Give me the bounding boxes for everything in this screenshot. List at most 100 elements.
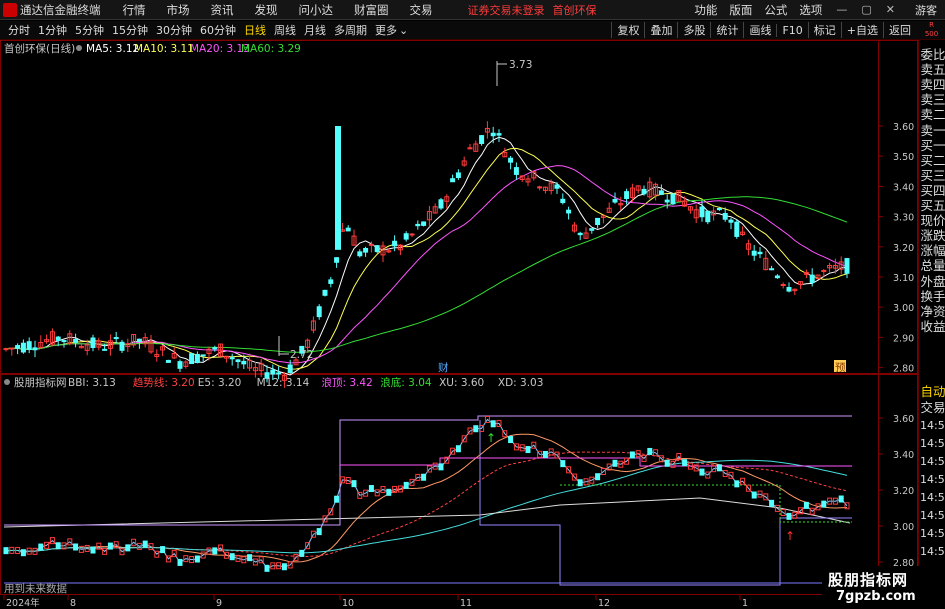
watermark-url: 7gpzb.com	[836, 589, 916, 604]
menu-options[interactable]: 选项	[799, 2, 822, 18]
menu-discover[interactable]: 发现	[255, 2, 278, 18]
candle-body	[490, 132, 496, 137]
maximize-icon[interactable]: ▢	[861, 3, 871, 16]
kline-chart[interactable]: 首创环保(日线) MA5: 3.12 MA10: 3.11 MA20: 3.13…	[0, 40, 918, 609]
period-15min[interactable]: 15分钟	[112, 22, 148, 38]
side-item[interactable]: 总量	[920, 259, 945, 274]
candle-body	[786, 287, 792, 292]
candle-body	[751, 250, 757, 256]
close-icon[interactable]: ✕	[886, 3, 895, 16]
ma10-line	[5, 147, 848, 370]
menu-layout[interactable]: 版面	[729, 2, 752, 18]
side-item[interactable]: 净资	[920, 304, 945, 320]
period-5min[interactable]: 5分钟	[75, 22, 104, 38]
candle-body	[20, 342, 26, 353]
period-monthly[interactable]: 月线	[304, 22, 326, 38]
ma5-line	[5, 136, 848, 376]
sub-settings-icon[interactable]	[4, 379, 10, 385]
sub-indicator-label: 浪底: 3.04	[380, 376, 432, 389]
candle-body	[9, 347, 15, 350]
menu-function[interactable]: 功能	[694, 2, 717, 18]
side-item[interactable]: 涨跌	[920, 229, 945, 244]
candle-body	[774, 275, 780, 279]
side-item[interactable]: 换手	[920, 289, 945, 305]
sub-price-axis: 3.603.403.203.002.80	[878, 414, 914, 569]
side-item[interactable]: 卖三	[920, 93, 945, 108]
period-1min[interactable]: 1分钟	[38, 22, 67, 38]
period-tick[interactable]: 分时	[8, 22, 30, 38]
side-item[interactable]: 买五	[920, 198, 945, 214]
candle-body	[328, 279, 334, 284]
period-multi[interactable]: 多周期	[334, 22, 367, 38]
side-item[interactable]: 买二	[920, 153, 945, 169]
period-daily[interactable]: 日线	[244, 22, 266, 38]
candle-body	[780, 284, 786, 287]
candle-body	[368, 243, 374, 246]
menu-trade[interactable]: 交易	[410, 2, 433, 18]
side-lower-item[interactable]: 自动	[920, 384, 945, 400]
candle-body	[554, 184, 560, 189]
toolbar-overlay[interactable]: 叠加	[644, 22, 677, 38]
toolbar-adjust[interactable]: 复权	[611, 22, 644, 38]
candle-body	[595, 217, 601, 226]
minimize-icon[interactable]: —	[836, 3, 847, 16]
period-more[interactable]: 更多	[375, 22, 397, 38]
side-lower-item[interactable]: 交易	[920, 400, 945, 416]
financial-report-marker[interactable]: 财	[438, 361, 449, 374]
sub-candle	[629, 451, 635, 459]
side-item[interactable]: 卖四	[920, 78, 945, 93]
candle-body	[165, 359, 171, 363]
side-item[interactable]: 买三	[920, 168, 945, 184]
candle-body	[55, 336, 61, 341]
menu-market[interactable]: 市场	[167, 2, 190, 18]
side-item[interactable]: 卖一	[920, 123, 945, 139]
chevron-down-icon[interactable]: ⌄	[399, 24, 408, 37]
candle-body	[287, 364, 293, 374]
toolbar-f10[interactable]: F10	[776, 23, 807, 37]
candle-body	[734, 221, 740, 237]
menu-formula[interactable]: 公式	[764, 2, 787, 18]
side-item[interactable]: 买四	[920, 183, 945, 199]
time-label: 14:56	[920, 491, 945, 504]
toolbar-multistock[interactable]: 多股	[677, 22, 710, 38]
side-item[interactable]: 卖二	[920, 108, 945, 123]
period-60min[interactable]: 60分钟	[200, 22, 236, 38]
side-item[interactable]: 委比	[920, 47, 945, 63]
candle-body	[194, 353, 200, 364]
candle-body	[722, 212, 728, 220]
axis-tick-label: 3.60	[893, 414, 914, 425]
ma10-label: MA10: 3.11	[134, 43, 194, 55]
toolbar-add-watchlist[interactable]: +自选	[840, 22, 883, 38]
future-data-note: 用到未来数据	[4, 582, 67, 595]
period-30min[interactable]: 30分钟	[156, 22, 192, 38]
toolbar-back[interactable]: 返回	[883, 22, 916, 38]
period-weekly[interactable]: 周线	[274, 22, 296, 38]
side-item[interactable]: 现价	[920, 213, 945, 229]
menu-quotes[interactable]: 行情	[123, 2, 146, 18]
side-item[interactable]: 卖五	[920, 62, 945, 78]
menu-news[interactable]: 资讯	[211, 2, 234, 18]
sub-candle	[73, 543, 79, 551]
candle-body	[664, 199, 670, 203]
side-item[interactable]: 买一	[920, 138, 945, 154]
date-tick-label: 8	[70, 598, 76, 609]
candle-body	[61, 340, 67, 343]
forecast-marker[interactable]: 预	[835, 362, 846, 374]
sub-candle	[490, 420, 496, 428]
toolbar-draw[interactable]: 画线	[743, 22, 776, 38]
menu-wealth[interactable]: 财富圈	[354, 2, 389, 18]
toolbar-mark[interactable]: 标记	[807, 22, 841, 38]
candle-body	[113, 337, 119, 340]
menu-ask[interactable]: 问小达	[299, 2, 334, 18]
settings-icon[interactable]	[76, 45, 82, 51]
toolbar-stats[interactable]: 统计	[710, 22, 743, 38]
side-item[interactable]: 涨幅	[920, 244, 945, 259]
candle-body	[757, 251, 763, 255]
side-item[interactable]: 外盘	[920, 274, 945, 290]
date-tick-label: 12	[598, 598, 610, 609]
side-item[interactable]: 收益	[920, 319, 945, 335]
login-status[interactable]: 证券交易未登录	[468, 2, 545, 18]
guest-label[interactable]: 游客	[915, 2, 937, 18]
candle-body	[241, 360, 247, 365]
candle-body	[821, 269, 827, 272]
